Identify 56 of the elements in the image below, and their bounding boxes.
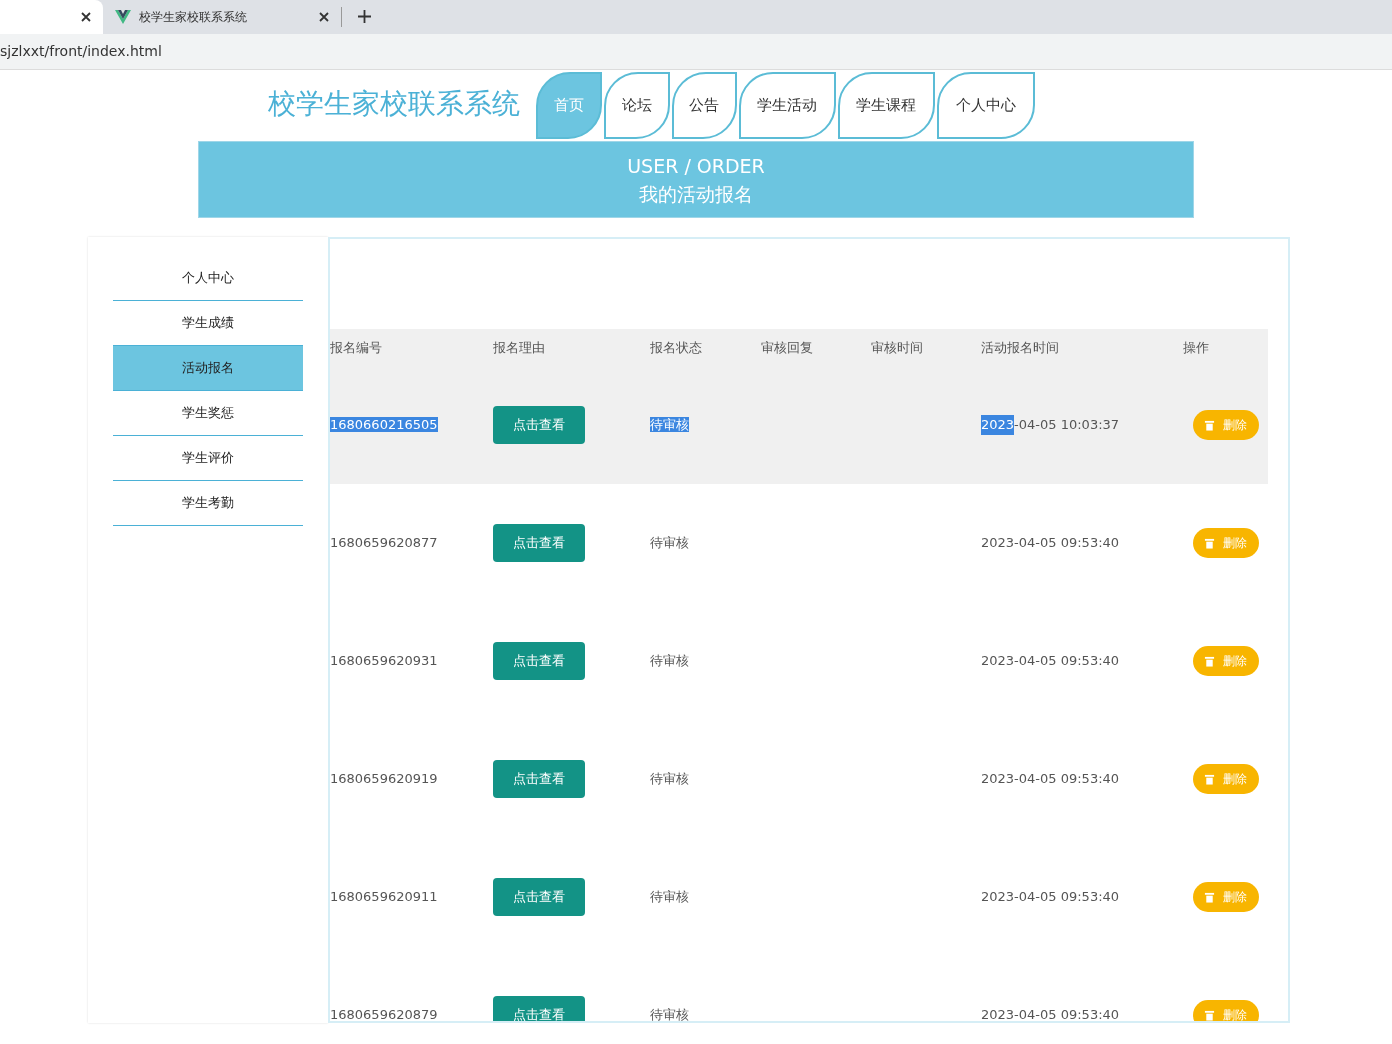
status-text: 待审核: [650, 889, 689, 905]
registration-id: 1680659620931: [330, 653, 438, 669]
column-title: 操作: [1183, 339, 1209, 355]
column-title: 报名编号: [330, 339, 382, 355]
status-text: 待审核: [650, 1007, 689, 1021]
registration-id: 1680659620879: [330, 1007, 438, 1021]
status-text: 待审核: [650, 653, 689, 669]
view-button[interactable]: 点击查看: [493, 642, 585, 680]
nav-tab[interactable]: 学生课程: [837, 72, 935, 139]
view-button[interactable]: 点击查看: [493, 996, 585, 1021]
nav-tab[interactable]: 学生活动: [738, 72, 836, 139]
registration-time: 2023-04-05 09:53:40: [981, 1006, 1120, 1021]
tab-title: 校学生家校联系系统: [139, 9, 248, 26]
trash-icon: [1204, 655, 1215, 667]
view-button[interactable]: 点击查看: [493, 878, 585, 916]
trash-icon: [1204, 537, 1215, 549]
new-tab-icon[interactable]: [358, 10, 371, 23]
nav-tab[interactable]: 论坛: [603, 72, 670, 139]
view-button[interactable]: 点击查看: [493, 524, 585, 562]
view-button[interactable]: 点击查看: [493, 760, 585, 798]
banner-title: USER / ORDER: [627, 153, 765, 179]
sidebar-item[interactable]: 活动报名: [113, 346, 303, 391]
sidebar-item[interactable]: 学生考勤: [113, 481, 303, 526]
column-title: 活动报名时间: [981, 339, 1059, 355]
trash-icon: [1204, 773, 1215, 785]
registration-time: 2023-04-05 09:53:40: [981, 652, 1120, 671]
registration-time: 2023-04-05 09:53:40: [981, 770, 1120, 789]
close-icon[interactable]: [319, 12, 329, 22]
registration-id: 1680660216505: [330, 417, 438, 433]
registration-id: 1680659620877: [330, 535, 438, 551]
trash-icon: [1204, 419, 1215, 431]
trash-icon: [1204, 1009, 1215, 1021]
status-text: 待审核: [650, 535, 689, 551]
banner-subtitle: 我的活动报名: [639, 181, 753, 207]
view-button[interactable]: 点击查看: [493, 406, 585, 444]
registration-time: 2023-04-05 09:53:40: [981, 888, 1120, 907]
registration-time: 2023-04-05 09:53:40: [981, 534, 1120, 553]
column-title: 审核时间: [871, 339, 923, 355]
site-title: 校学生家校联系系统: [267, 86, 520, 122]
close-icon[interactable]: [81, 12, 91, 22]
status-text: 待审核: [650, 771, 689, 787]
status-text: 待审核: [650, 417, 689, 433]
sidebar-item[interactable]: 学生奖惩: [113, 391, 303, 436]
sidebar-item[interactable]: 学生评价: [113, 436, 303, 481]
trash-icon: [1204, 891, 1215, 903]
registration-id: 1680659620911: [330, 889, 438, 905]
registration-id: 1680659620919: [330, 771, 438, 787]
registration-time: -04-05 10:03:37: [1014, 416, 1120, 435]
column-title: 审核回复: [761, 339, 813, 355]
nav-tab[interactable]: 个人中心: [936, 72, 1035, 139]
v-logo-icon: [115, 10, 131, 24]
address-field[interactable]: sjzlxxt/front/index.html: [0, 41, 162, 62]
column-title: 报名理由: [493, 339, 545, 355]
nav-tab[interactable]: 公告: [671, 72, 737, 139]
sidebar-item[interactable]: 个人中心: [113, 256, 303, 301]
column-title: 报名状态: [650, 339, 702, 355]
